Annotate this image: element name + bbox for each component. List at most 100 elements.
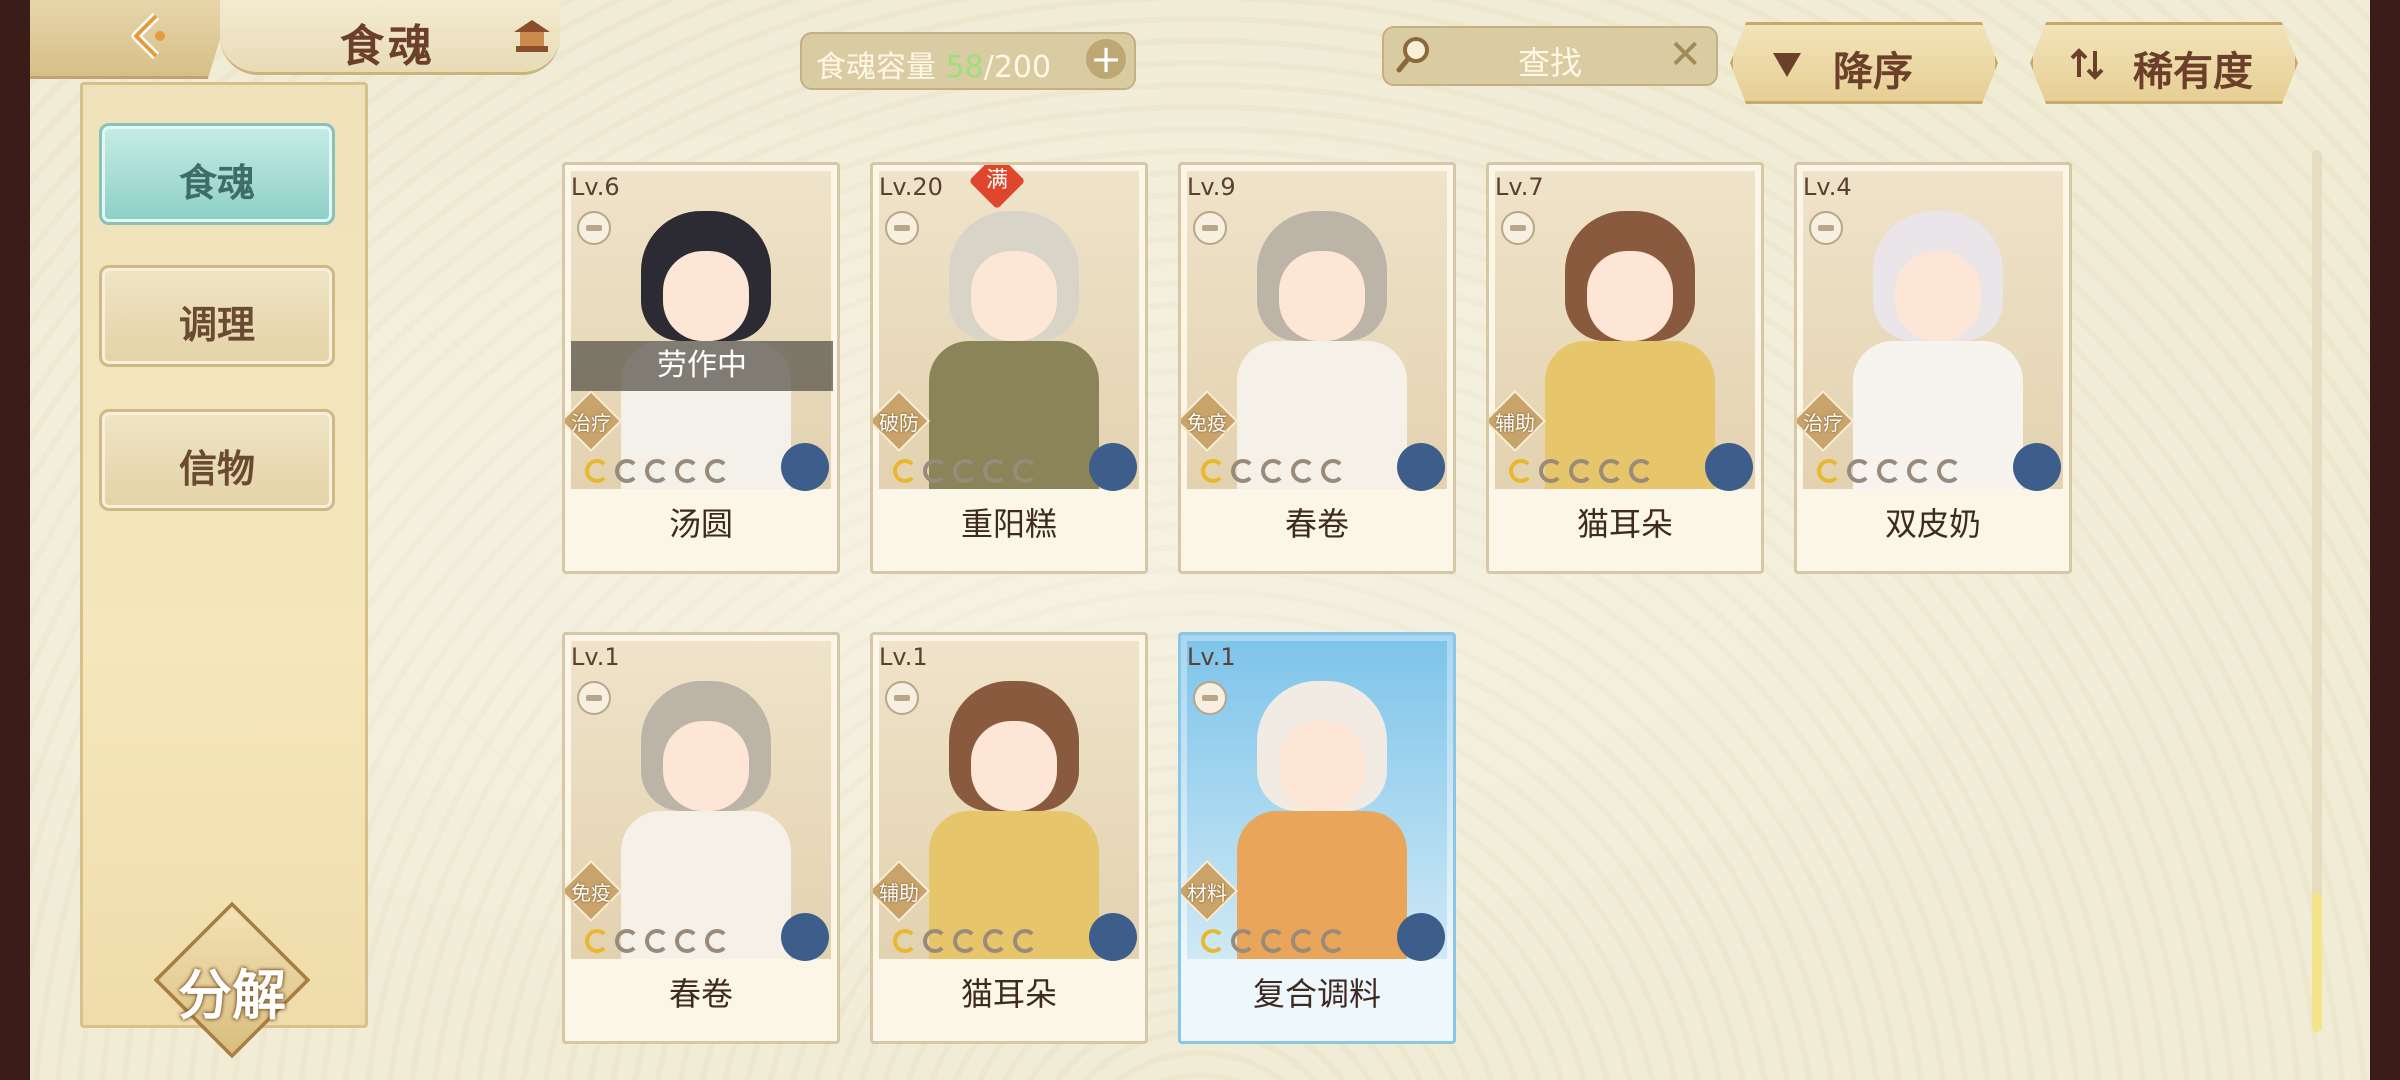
star-icon [1291, 459, 1315, 483]
role-label: 材料 [1187, 881, 1227, 905]
star-icon [1231, 929, 1255, 953]
character-face [971, 721, 1057, 811]
page-title: 食魂 [340, 21, 436, 72]
capacity-current: 58 [945, 50, 984, 85]
food-soul-card[interactable]: Lv.4 治疗 双皮奶 [1794, 162, 2072, 574]
star-icon [615, 929, 639, 953]
sort-key-button[interactable]: 稀有度 [2030, 22, 2298, 104]
star-icon [1629, 459, 1653, 483]
role-badge: 治疗 [565, 389, 623, 453]
flower-icon [781, 443, 829, 491]
role-label: 免疫 [1187, 411, 1227, 435]
star-icon [893, 929, 917, 953]
role-label: 破防 [879, 411, 919, 435]
star-rating [1817, 459, 1967, 485]
food-soul-card[interactable]: Lv.6 治疗 汤圆 劳作中 [562, 162, 840, 574]
card-name: 复合调料 [1252, 975, 1381, 1013]
star-icon [1937, 459, 1961, 483]
role-label: 治疗 [1803, 411, 1843, 435]
max-level-label: 满 [985, 167, 1009, 193]
sidebar-item-food-souls[interactable]: 食魂 [99, 123, 335, 225]
star-icon [923, 459, 947, 483]
lock-icon[interactable] [1501, 211, 1535, 245]
capacity-max: /200 [983, 50, 1052, 85]
role-badge: 免疫 [565, 859, 623, 923]
star-icon [1569, 459, 1593, 483]
role-label: 免疫 [571, 881, 611, 905]
character-face [1587, 251, 1673, 341]
sort-order-button[interactable]: 降序 [1730, 22, 1998, 104]
star-icon [675, 929, 699, 953]
sidebar-item-tokens[interactable]: 信物 [99, 409, 335, 511]
food-soul-card[interactable]: Lv.7 辅助 猫耳朵 [1486, 162, 1764, 574]
card-level: Lv.1 [1187, 643, 1236, 671]
title-tab: 食魂 [220, 0, 560, 75]
role-badge: 免疫 [1181, 389, 1239, 453]
card-level: Lv.4 [1803, 173, 1852, 201]
lock-icon[interactable] [885, 681, 919, 715]
food-soul-card[interactable]: Lv.9 免疫 春卷 [1178, 162, 1456, 574]
flower-icon [1089, 913, 1137, 961]
lock-icon[interactable] [577, 211, 611, 245]
star-icon [1877, 459, 1901, 483]
star-icon [1231, 459, 1255, 483]
sidebar-item-label: 信物 [178, 446, 255, 491]
star-icon [923, 929, 947, 953]
card-level: Lv.1 [571, 643, 620, 671]
decompose-button[interactable]: 分解 [153, 901, 311, 1059]
role-badge: 治疗 [1797, 389, 1855, 453]
back-button[interactable] [30, 0, 232, 79]
capacity-label: 食魂容量 [816, 50, 936, 85]
plus-icon[interactable]: + [1086, 39, 1126, 79]
card-level: Lv.7 [1495, 173, 1544, 201]
star-rating [1201, 459, 1351, 485]
star-icon [615, 459, 639, 483]
sidebar-item-label: 调理 [178, 302, 255, 347]
lock-icon[interactable] [1193, 211, 1227, 245]
card-name: 双皮奶 [1884, 505, 1981, 543]
star-icon [1321, 459, 1345, 483]
scrollbar[interactable] [2312, 150, 2322, 1032]
role-label: 辅助 [1495, 411, 1535, 435]
food-soul-card[interactable]: Lv.20 破防 重阳糕 满 [870, 162, 1148, 574]
search-input[interactable]: 查找 ✕ [1382, 26, 1718, 86]
card-level: Lv.9 [1187, 173, 1236, 201]
card-name: 重阳糕 [960, 505, 1057, 543]
game-screen: 食魂 食魂容量 58/200 + 查找 ✕ 降序 稀有度 食魂 调理 信物 分解… [30, 0, 2370, 1080]
star-icon [983, 459, 1007, 483]
card-name: 汤圆 [668, 505, 733, 543]
sidebar: 食魂 调理 信物 分解 [80, 82, 368, 1059]
role-badge: 辅助 [873, 859, 931, 923]
star-rating [893, 459, 1043, 485]
star-rating [1509, 459, 1659, 485]
flower-icon [1397, 443, 1445, 491]
star-icon [893, 459, 917, 483]
star-icon [1201, 459, 1225, 483]
flower-icon [1705, 443, 1753, 491]
sidebar-item-seasoning[interactable]: 调理 [99, 265, 335, 367]
star-icon [1201, 929, 1225, 953]
food-soul-card[interactable]: Lv.1 辅助 猫耳朵 [870, 632, 1148, 1044]
star-icon [705, 929, 729, 953]
character-face [971, 251, 1057, 341]
lock-icon[interactable] [1193, 681, 1227, 715]
star-icon [1539, 459, 1563, 483]
decompose-label: 分解 [178, 963, 286, 1027]
lock-icon[interactable] [577, 681, 611, 715]
role-badge: 材料 [1181, 859, 1239, 923]
food-soul-card[interactable]: Lv.1 免疫 春卷 [562, 632, 840, 1044]
role-badge: 辅助 [1489, 389, 1547, 453]
star-icon [585, 459, 609, 483]
role-label: 治疗 [571, 411, 611, 435]
star-icon [1599, 459, 1623, 483]
scrollbar-thumb[interactable] [2312, 892, 2322, 1032]
close-icon[interactable]: ✕ [1668, 32, 1702, 78]
food-soul-card[interactable]: Lv.1 材料 复合调料 [1178, 632, 1456, 1044]
card-level: Lv.20 [879, 173, 943, 201]
star-icon [1321, 929, 1345, 953]
lock-icon[interactable] [885, 211, 919, 245]
sort-key-label: 稀有度 [2133, 49, 2253, 95]
lock-icon[interactable] [1809, 211, 1843, 245]
character-face [1895, 251, 1981, 341]
character-face [663, 721, 749, 811]
